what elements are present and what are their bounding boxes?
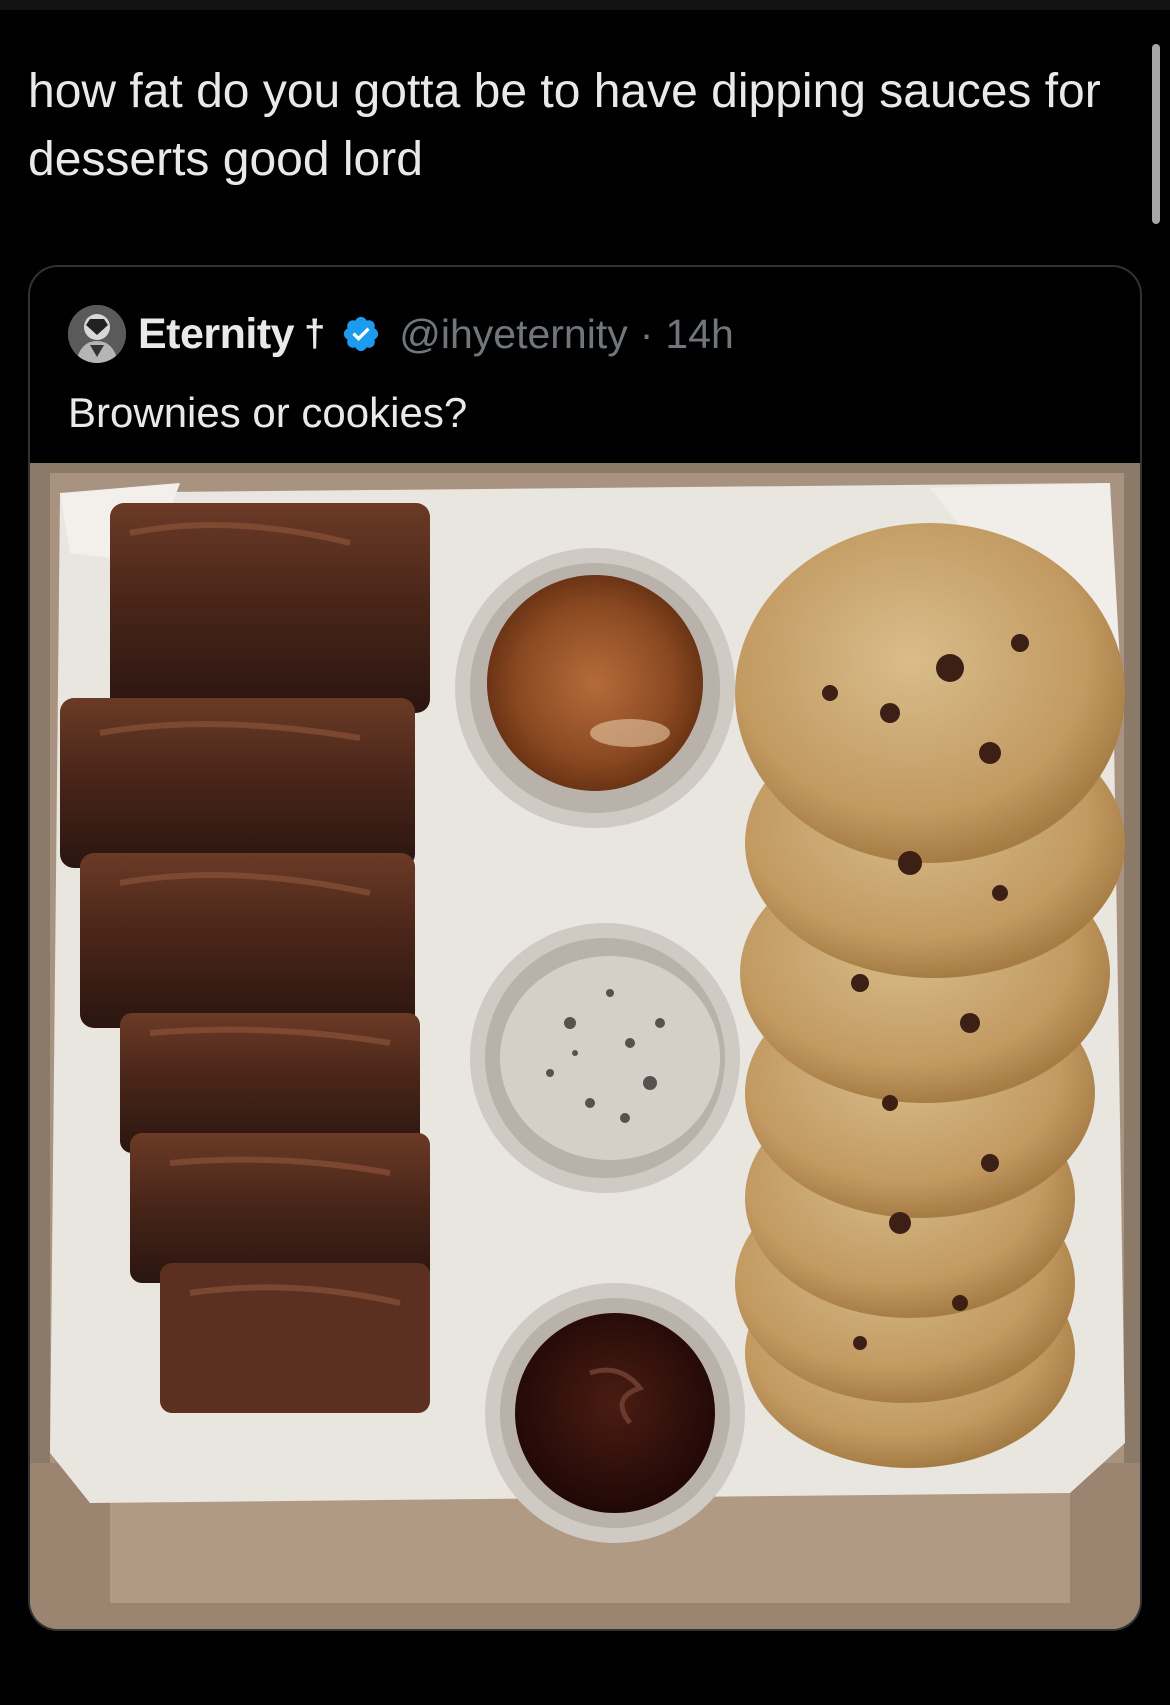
verified-badge-icon — [344, 316, 379, 352]
top-bar — [0, 0, 1170, 10]
avatar-icon[interactable] — [68, 305, 126, 363]
timestamp[interactable]: 14h — [665, 311, 733, 358]
tweet-text: how fat do you gotta be to have dipping … — [28, 65, 1101, 186]
author-handle[interactable]: @ihyeternity — [399, 311, 627, 358]
page: how fat do you gotta be to have dipping … — [0, 0, 1170, 1705]
separator-dot: · — [639, 310, 654, 357]
food-photo[interactable] — [30, 463, 1140, 1629]
scrollbar[interactable] — [1152, 44, 1160, 224]
author-name[interactable]: Eternity — [138, 310, 295, 359]
quoted-tweet-header: Eternity † @ihyeternity · 14h — [68, 305, 734, 363]
quoted-tweet-card[interactable]: Eternity † @ihyeternity · 14h Brownies o… — [28, 265, 1142, 1631]
author-name-suffix: † — [304, 312, 326, 355]
quoted-tweet-text: Brownies or cookies? — [68, 389, 468, 436]
